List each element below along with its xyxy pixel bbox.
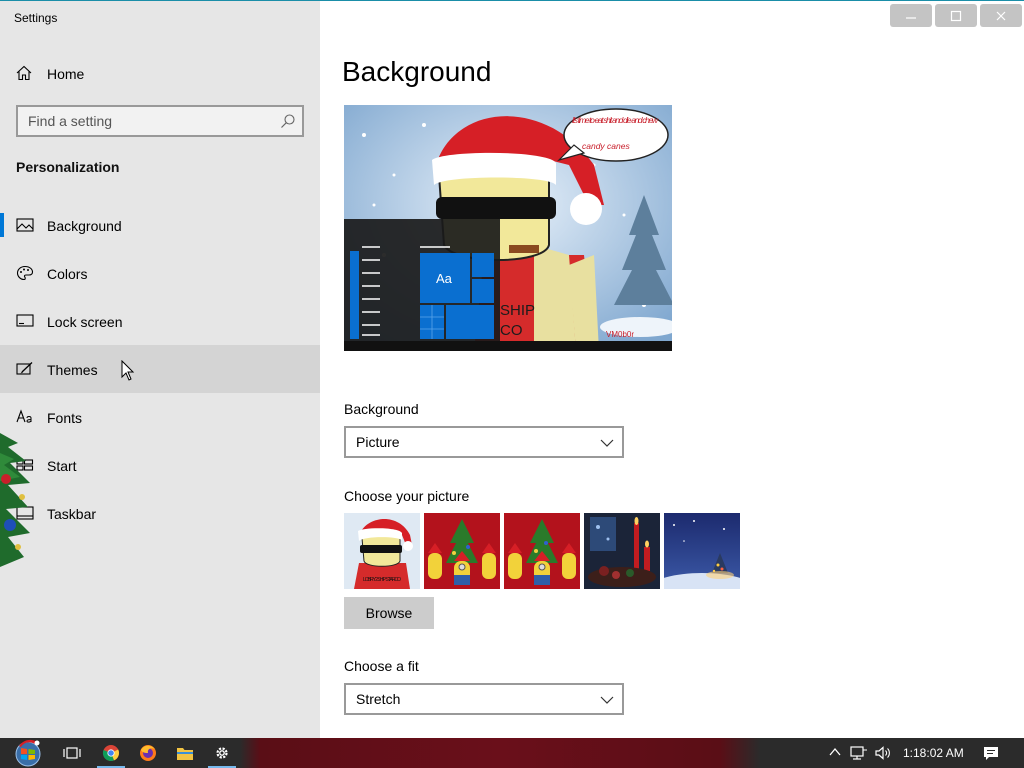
fit-value: Stretch — [356, 691, 401, 707]
search-box[interactable] — [16, 105, 304, 137]
chevron-down-icon — [600, 693, 614, 711]
home-nav-item[interactable]: Home — [0, 57, 320, 91]
file-explorer-taskbar-button[interactable] — [167, 738, 203, 768]
start-orb-icon — [15, 739, 41, 767]
sidebar-item-fonts[interactable]: Fonts — [0, 393, 320, 441]
christmas-tree-decoration — [0, 433, 30, 567]
sidebar-item-label: Background — [47, 218, 122, 234]
thumbnail-1-caption: LOBRY 2 SHIP STARCO — [363, 577, 401, 583]
sidebar-item-label: Start — [47, 458, 77, 474]
section-title: Personalization — [16, 159, 120, 175]
sidebar-item-background[interactable]: Background — [0, 201, 320, 249]
candles-thumbnail[interactable] — [584, 513, 660, 589]
page-title: Background — [342, 56, 492, 87]
settings-window: Settings Home Personalization Background — [0, 0, 1024, 739]
santa-character-thumbnail[interactable]: LOBRY 2 SHIP STARCO — [344, 513, 420, 589]
themes-icon — [16, 361, 34, 377]
minions-christmas-thumbnail-2[interactable] — [504, 513, 580, 589]
background-preview: it's time to eat shit and die and chew c… — [344, 105, 672, 351]
picture-thumbnails: LOBRY 2 SHIP STARCO — [344, 513, 740, 589]
action-center-icon[interactable] — [983, 746, 999, 766]
sidebar-item-themes[interactable]: Themes — [0, 345, 320, 393]
sidebar-item-lock-screen[interactable]: Lock screen — [0, 297, 320, 345]
main-content: Background it's time to eat shit and die… — [320, 1, 1024, 739]
sidebar-item-label: Themes — [47, 362, 98, 378]
firefox-taskbar-button[interactable] — [130, 738, 166, 768]
fit-dropdown[interactable]: Stretch — [344, 683, 624, 715]
choose-picture-label: Choose your picture — [344, 488, 470, 504]
search-icon[interactable] — [280, 113, 296, 134]
speech-bubble-text: it's time to eat shit and die and chew — [572, 115, 659, 125]
winter-night-thumbnail[interactable] — [664, 513, 740, 589]
tile-label: Aa — [436, 271, 453, 286]
shirt-text-ship: SHIP — [500, 302, 535, 319]
firefox-icon — [140, 745, 156, 761]
file-explorer-icon — [177, 748, 193, 760]
settings-taskbar-button[interactable] — [204, 738, 240, 768]
background-type-label: Background — [344, 401, 419, 417]
preview-image: it's time to eat shit and die and chew c… — [344, 105, 672, 351]
browse-button[interactable]: Browse — [344, 597, 434, 629]
task-view-icon — [63, 747, 81, 759]
show-hidden-icons-chevron-up-icon[interactable] — [828, 745, 842, 764]
fonts-icon — [16, 409, 34, 425]
background-type-dropdown[interactable]: Picture — [344, 426, 624, 458]
speech-bubble-tail-text: candy canes — [582, 141, 630, 151]
settings-icon — [216, 747, 228, 759]
network-icon[interactable] — [850, 745, 868, 766]
app-title: Settings — [14, 11, 58, 25]
taskbar-clock[interactable]: 1:18:02 AM — [903, 746, 964, 760]
palette-icon — [16, 265, 34, 281]
shirt-text-co: CO — [500, 322, 523, 339]
home-label: Home — [47, 66, 85, 82]
sidebar-item-taskbar[interactable]: Taskbar — [0, 489, 320, 537]
mouse-cursor — [121, 360, 135, 381]
sidebar-item-label: Taskbar — [47, 506, 97, 522]
sidebar-item-start[interactable]: Start — [0, 441, 320, 489]
chevron-down-icon — [600, 436, 614, 454]
taskbar: 1:18:02 AM — [0, 738, 1024, 768]
sidebar: Settings Home Personalization Background — [0, 1, 320, 739]
start-button[interactable] — [8, 738, 48, 768]
signature-text: VM0b0r — [606, 330, 634, 339]
sidebar-item-label: Lock screen — [47, 314, 123, 330]
background-type-value: Picture — [356, 434, 400, 450]
home-icon — [16, 65, 32, 86]
lock-screen-icon — [16, 313, 34, 329]
minions-christmas-thumbnail[interactable] — [424, 513, 500, 589]
chrome-taskbar-button[interactable] — [93, 738, 129, 768]
choose-fit-label: Choose a fit — [344, 658, 419, 674]
search-input[interactable] — [18, 107, 268, 135]
picture-icon — [16, 217, 34, 233]
volume-icon[interactable] — [874, 745, 892, 766]
chrome-icon — [102, 745, 119, 762]
task-view-button[interactable] — [54, 738, 90, 768]
sidebar-item-label: Fonts — [47, 410, 83, 426]
sidebar-item-label: Colors — [47, 266, 88, 282]
personalization-nav: Background Colors Lock screen Themes Fon… — [0, 201, 320, 537]
sidebar-item-colors[interactable]: Colors — [0, 249, 320, 297]
